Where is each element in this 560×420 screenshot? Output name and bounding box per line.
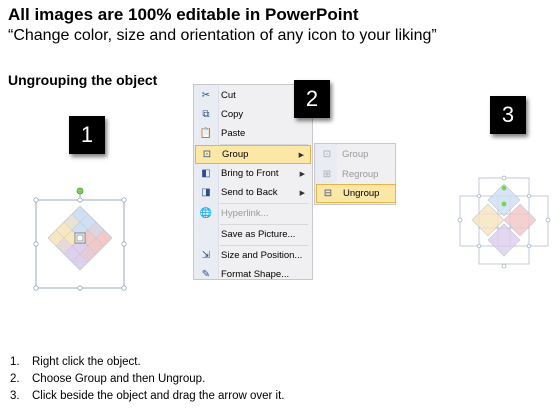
step-badge-1: 1 [69, 116, 105, 154]
send-to-back-icon: ◨ [201, 187, 211, 198]
menu-item-size-and-position[interactable]: ⇲ Size and Position... [195, 246, 311, 265]
format-shape-icon: ✎ [201, 269, 211, 280]
submenu-arrow-icon: ▶ [299, 170, 305, 178]
group-icon: ⊡ [202, 149, 212, 160]
list-item: 1. Right click the object. [10, 356, 141, 368]
paste-icon: 📋 [199, 128, 213, 139]
step-badge-2: 2 [294, 80, 330, 118]
menu-item-paste[interactable]: 📋 Paste [195, 124, 311, 143]
submenu-item-group[interactable]: ⊡ Group [316, 145, 396, 164]
ungrouped-object-graphic[interactable] [456, 174, 552, 270]
bring-to-front-icon: ◧ [201, 168, 211, 179]
rotate-handle-icon [501, 201, 507, 207]
list-item: 3. Click beside the object and drag the a… [10, 390, 285, 402]
hyperlink-icon: 🌐 [199, 208, 213, 219]
menu-item-send-to-back[interactable]: ◨ Send to Back ▶ [195, 183, 311, 202]
section-heading: Ungrouping the object [8, 72, 158, 88]
submenu-item-ungroup[interactable]: ⊟ Ungroup [316, 184, 396, 203]
menu-item-format-shape[interactable]: ✎ Format Shape... [195, 265, 311, 284]
ungroup-icon: ⊟ [323, 188, 333, 199]
list-item: 2. Choose Group and then Ungroup. [10, 373, 206, 385]
menu-item-bring-to-front[interactable]: ◧ Bring to Front ▶ [195, 164, 311, 183]
step-badge-3: 3 [490, 96, 526, 134]
grouped-object-graphic[interactable] [30, 186, 130, 294]
scissors-icon: ✂ [201, 90, 211, 101]
regroup-icon: ⊞ [322, 169, 332, 180]
size-position-icon: ⇲ [201, 250, 211, 261]
page-subtitle: “Change color, size and orientation of a… [8, 27, 437, 44]
copy-icon: ⧉ [202, 109, 210, 120]
submenu-arrow-icon: ▶ [299, 189, 305, 197]
instruction-list: 1. Right click the object. 2. Choose Group… [10, 356, 285, 407]
menu-item-hyperlink[interactable]: 🌐 Hyperlink... [195, 204, 311, 223]
rotate-handle-icon [501, 185, 507, 191]
submenu-arrow-icon: ▶ [298, 151, 304, 159]
group-icon: ⊡ [322, 149, 332, 160]
menu-item-save-as-picture[interactable]: Save as Picture... [195, 225, 311, 244]
menu-item-group[interactable]: ⊡ Group ▶ [195, 145, 311, 164]
group-submenu: ⊡ Group ⊞ Regroup ⊟ Ungroup [314, 143, 396, 205]
submenu-item-regroup[interactable]: ⊞ Regroup [316, 165, 396, 184]
rotate-handle-icon [76, 187, 84, 195]
page-title: All images are 100% editable in PowerPoi… [8, 5, 359, 24]
